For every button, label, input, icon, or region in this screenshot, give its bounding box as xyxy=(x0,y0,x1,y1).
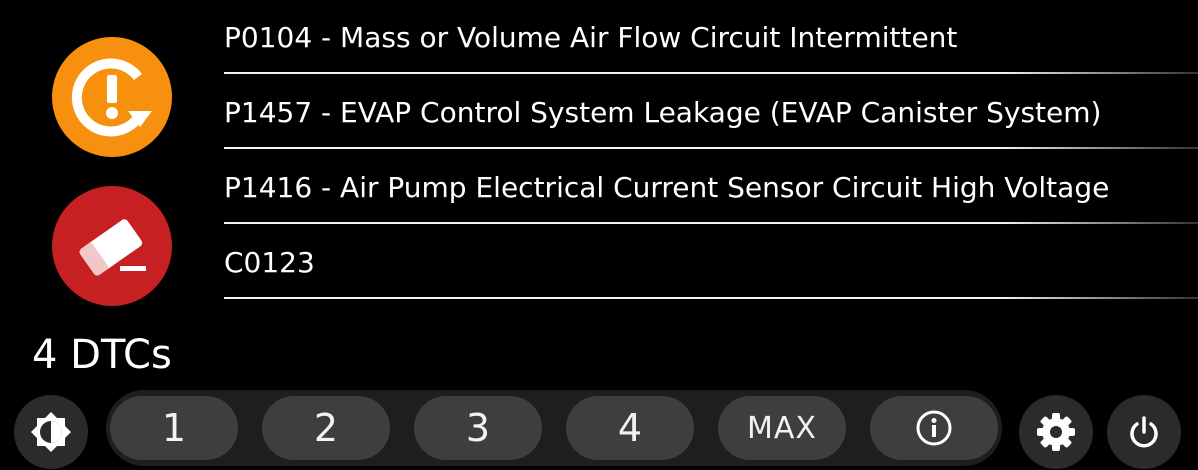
refresh-dtc-button[interactable] xyxy=(52,37,172,157)
mode-1-button[interactable]: 1 xyxy=(110,396,238,460)
dtc-code-text: P0104 - Mass or Volume Air Flow Circuit … xyxy=(224,21,958,54)
bottom-toolbar: 1 2 3 4 MAX xyxy=(14,390,1186,469)
refresh-warning-icon xyxy=(71,58,152,137)
mode-max-button[interactable]: MAX xyxy=(718,396,846,460)
settings-button[interactable] xyxy=(1019,395,1093,469)
dtc-list: P0104 - Mass or Volume Air Flow Circuit … xyxy=(224,0,1198,300)
info-icon xyxy=(916,410,952,446)
dtc-code-text: P1457 - EVAP Control System Leakage (EVA… xyxy=(224,96,1102,129)
info-button[interactable] xyxy=(870,396,998,460)
gear-icon xyxy=(1037,413,1075,451)
divider xyxy=(224,72,1198,74)
brightness-button[interactable] xyxy=(14,395,88,469)
dtc-list-item[interactable]: P1457 - EVAP Control System Leakage (EVA… xyxy=(224,75,1198,150)
divider xyxy=(224,147,1198,149)
mode-2-button[interactable]: 2 xyxy=(262,396,390,460)
brightness-icon xyxy=(31,412,71,452)
dtc-count-label: 4 DTCs xyxy=(32,332,172,378)
mode-3-button[interactable]: 3 xyxy=(414,396,542,460)
eraser-icon xyxy=(79,219,146,276)
power-icon xyxy=(1130,416,1158,448)
dtc-code-text: C0123 xyxy=(224,246,315,279)
divider xyxy=(224,222,1198,224)
divider xyxy=(224,297,1198,299)
mode-4-button[interactable]: 4 xyxy=(566,396,694,460)
dtc-code-text: P1416 - Air Pump Electrical Current Sens… xyxy=(224,171,1110,204)
dtc-list-item[interactable]: P1416 - Air Pump Electrical Current Sens… xyxy=(224,150,1198,225)
dtc-list-item[interactable]: P0104 - Mass or Volume Air Flow Circuit … xyxy=(224,0,1198,75)
mode-selector: 1 2 3 4 MAX xyxy=(106,390,1002,466)
power-button[interactable] xyxy=(1107,395,1181,469)
dtc-list-item[interactable]: C0123 xyxy=(224,225,1198,300)
clear-dtc-button[interactable] xyxy=(52,186,172,306)
